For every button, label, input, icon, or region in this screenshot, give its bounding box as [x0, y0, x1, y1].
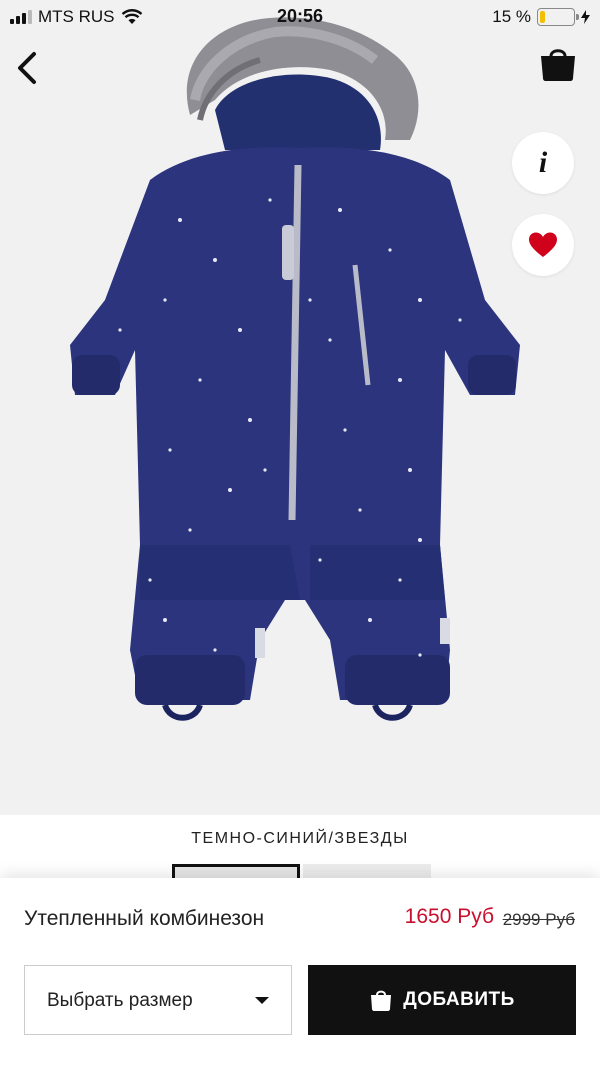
charging-icon: [581, 10, 590, 24]
product-image[interactable]: MTS RUS 20:56 15 % i: [0, 0, 600, 815]
product-name: Утепленный комбинезон: [24, 907, 265, 930]
battery-percent: 15 %: [492, 7, 531, 26]
shopping-bag-icon: [541, 49, 575, 81]
shopping-bag-icon: [371, 990, 392, 1011]
battery-icon: [537, 8, 579, 26]
caret-down-icon: [255, 997, 269, 1004]
size-select[interactable]: Выбрать размер: [24, 965, 292, 1035]
color-name: ТЕМНО-СИНИЙ/ЗВЕЗДЫ: [191, 830, 409, 847]
status-bar: MTS RUS 20:56 15 %: [0, 0, 600, 34]
status-right: 15 %: [492, 7, 590, 27]
price-old: 2999 Руб: [502, 910, 575, 929]
back-button[interactable]: [10, 48, 44, 88]
favorite-button[interactable]: [512, 214, 574, 276]
add-button-label: ДОБАВИТЬ: [403, 989, 515, 1010]
chevron-left-icon: [18, 52, 36, 84]
info-icon: i: [538, 146, 548, 179]
add-to-bag-button[interactable]: ДОБАВИТЬ: [308, 965, 576, 1035]
purchase-panel: Утепленный комбинезон 1650 Руб 2999 Руб …: [0, 878, 600, 1066]
info-button[interactable]: i: [512, 132, 574, 194]
size-select-label: Выбрать размер: [47, 990, 193, 1011]
shopping-bag-button[interactable]: [538, 44, 578, 84]
jumpsuit-illustration: [70, 17, 520, 721]
price-current: 1650 Руб: [404, 905, 494, 928]
heart-icon: [529, 232, 557, 257]
